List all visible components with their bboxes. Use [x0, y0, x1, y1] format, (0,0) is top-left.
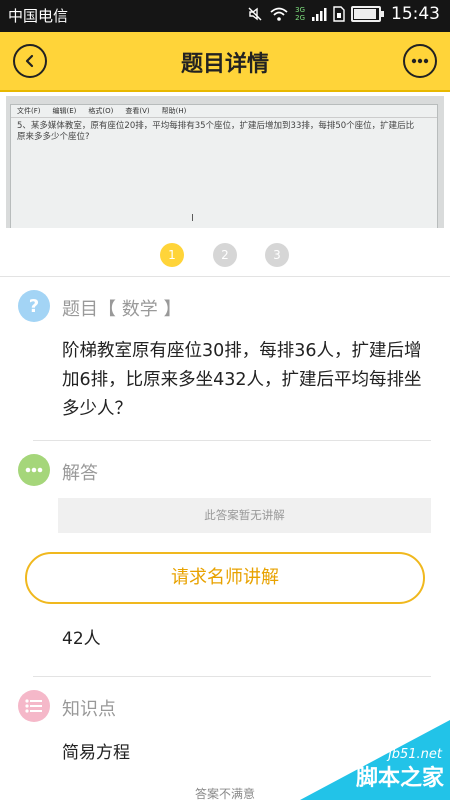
- photo-text: 5、某多媒体教室，原有座位20排，平均每排有35个座位，扩建后增加到33排，每排…: [17, 121, 415, 142]
- battery-icon: [351, 6, 384, 22]
- top-bar: 题目详情: [0, 32, 450, 92]
- divider: [33, 676, 431, 677]
- chat-dots-icon: [25, 467, 43, 473]
- site-watermark: jb51.net 脚本之家: [300, 720, 450, 800]
- answer-value: 42人: [62, 629, 101, 649]
- text-cursor-icon: I: [191, 213, 194, 224]
- knowledge-value: 简易方程: [62, 743, 130, 763]
- clock: 15:43: [391, 4, 440, 24]
- divider: [0, 276, 450, 277]
- question-text: 阶梯教室原有座位30排，每排36人，扩建后增加6排，比原来多坐432人，扩建后平…: [62, 341, 422, 419]
- page-title: 题目详情: [180, 52, 269, 77]
- question-section-label: 题目【 数学 】: [62, 299, 182, 320]
- photo-screen: 文件(F) 编辑(E) 格式(O) 查看(V) 帮助(H) 5、某多媒体教室，原…: [10, 104, 438, 228]
- photo-pager: 1 2 3: [0, 243, 450, 267]
- photo-menu-bar: 文件(F) 编辑(E) 格式(O) 查看(V) 帮助(H): [11, 105, 437, 118]
- status-bar: 中国电信 3G 2G 15:43: [0, 0, 450, 32]
- knowledge-section-label: 知识点: [62, 699, 116, 720]
- carrier-name: 中国电信: [8, 7, 69, 25]
- sim-icon: [333, 6, 345, 22]
- mute-icon: [248, 7, 262, 21]
- list-icon: [18, 690, 50, 722]
- signal-icon: [312, 8, 327, 21]
- network-type: 3G 2G: [295, 6, 305, 22]
- ellipsis-icon: [411, 58, 429, 64]
- status-icons: 3G 2G 15:43: [247, 4, 440, 24]
- no-explanation-notice: 此答案暂无讲解: [58, 498, 431, 533]
- pager-dot-1[interactable]: 1: [160, 243, 184, 267]
- chat-icon: [18, 454, 50, 486]
- watermark-name: 脚本之家: [355, 766, 444, 791]
- answer-section-label: 解答: [62, 463, 98, 484]
- question-icon: ?: [18, 290, 50, 322]
- wifi-icon: [270, 7, 288, 21]
- divider: [33, 440, 431, 441]
- request-teacher-explanation-button[interactable]: 请求名师讲解: [25, 552, 425, 604]
- question-photo[interactable]: 文件(F) 编辑(E) 格式(O) 查看(V) 帮助(H) 5、某多媒体教室，原…: [6, 96, 444, 228]
- list-lines-icon: [25, 699, 42, 713]
- pager-dot-3[interactable]: 3: [265, 243, 289, 267]
- more-button[interactable]: [403, 44, 437, 78]
- pager-dot-2[interactable]: 2: [213, 243, 237, 267]
